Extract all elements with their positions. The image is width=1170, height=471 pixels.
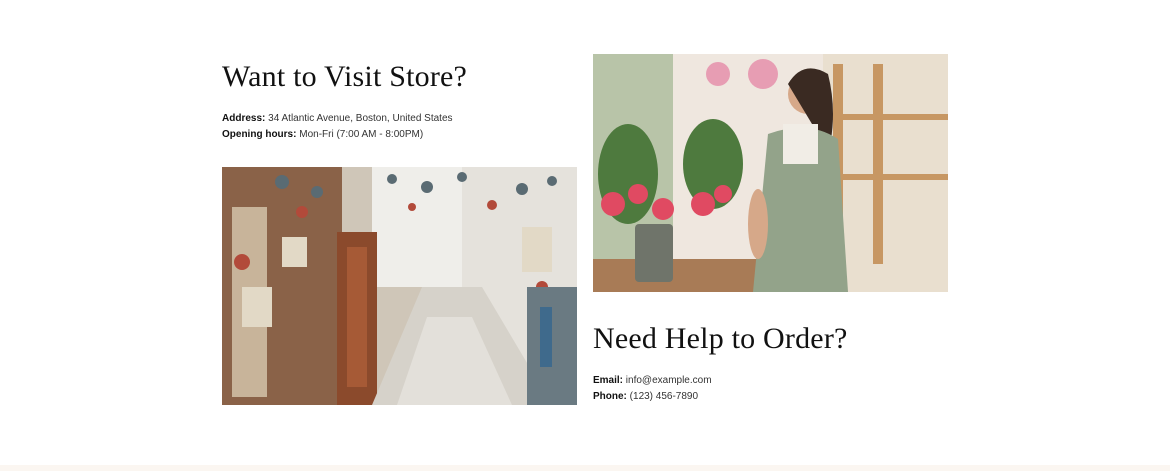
opening-hours-value: Mon-Fri (7:00 AM - 8:00PM) [299, 129, 424, 140]
opening-hours-label: Opening hours: [222, 129, 297, 140]
phone-label: Phone: [593, 391, 627, 402]
address-label: Address: [222, 113, 266, 124]
need-help-heading: Need Help to Order? [593, 322, 848, 355]
address-line: Address: 34 Atlantic Avenue, Boston, Uni… [222, 111, 453, 127]
phone-value[interactable]: (123) 456-7890 [630, 391, 698, 402]
store-street-illustration [222, 167, 577, 405]
contact-info: Email: info@example.com Phone: (123) 456… [593, 373, 712, 405]
email-value[interactable]: info@example.com [626, 375, 712, 386]
florist-photo [593, 54, 948, 292]
store-street-photo [222, 167, 577, 405]
visit-store-info: Address: 34 Atlantic Avenue, Boston, Uni… [222, 111, 453, 143]
address-value: 34 Atlantic Avenue, Boston, United State… [268, 113, 453, 124]
visit-store-heading: Want to Visit Store? [222, 60, 468, 93]
email-line: Email: info@example.com [593, 373, 712, 389]
email-label: Email: [593, 375, 624, 386]
footer-strip [0, 465, 1170, 471]
opening-hours-line: Opening hours: Mon-Fri (7:00 AM - 8:00PM… [222, 127, 453, 143]
florist-illustration [593, 54, 948, 292]
phone-line: Phone: (123) 456-7890 [593, 389, 712, 405]
